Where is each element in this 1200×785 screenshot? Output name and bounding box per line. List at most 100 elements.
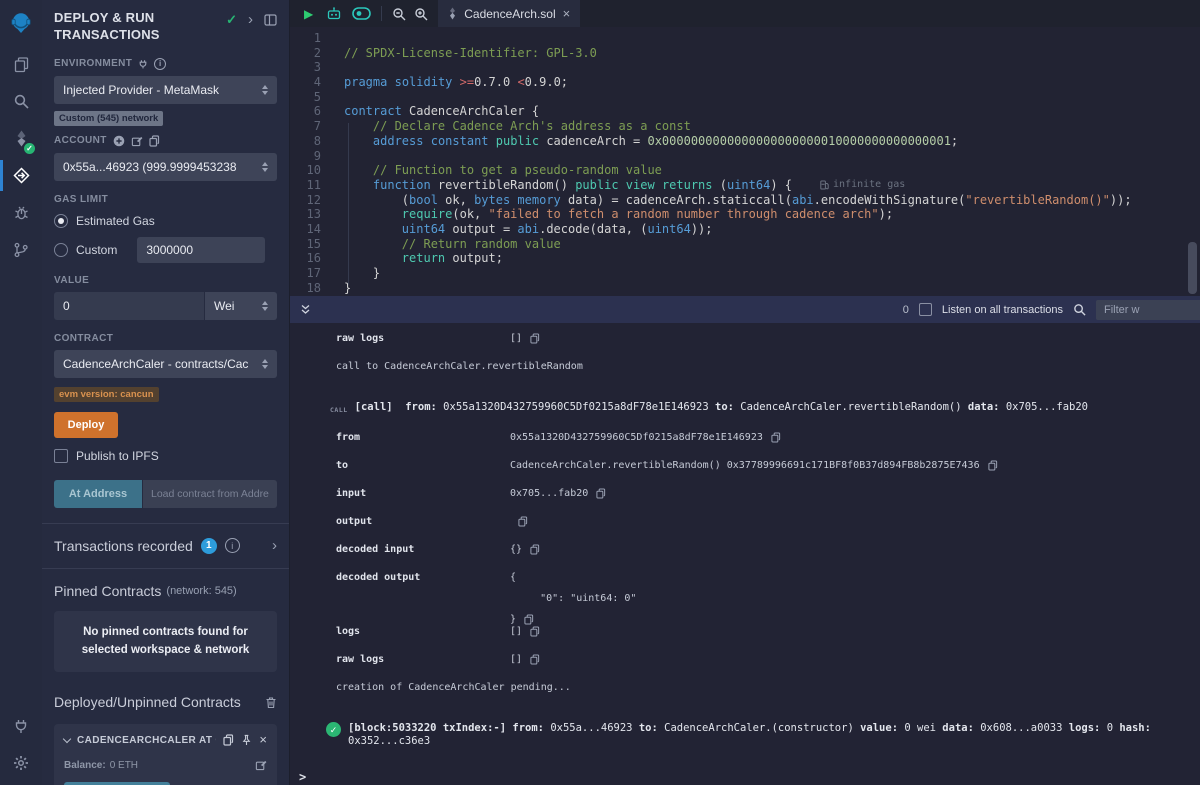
line-number[interactable]: 11: [290, 178, 321, 193]
editor-gutter[interactable]: 123456789101112131415161718: [290, 31, 334, 296]
line-number[interactable]: 15: [290, 237, 321, 252]
remix-app: ✓: [0, 0, 1200, 785]
editor-scrollbar[interactable]: [1188, 242, 1197, 294]
copy-icon[interactable]: [530, 544, 540, 555]
collapse-chevron-icon[interactable]: [63, 735, 71, 743]
solidity-compiler-icon[interactable]: ✓: [0, 120, 42, 157]
copy-icon[interactable]: [524, 614, 534, 626]
terminal-key: from: [336, 432, 510, 444]
line-number[interactable]: 6: [290, 104, 321, 119]
add-account-icon[interactable]: [113, 135, 125, 147]
line-number[interactable]: 16: [290, 251, 321, 266]
zoom-in-icon[interactable]: [414, 7, 428, 21]
custom-gas-input[interactable]: [137, 237, 265, 263]
close-tab-icon[interactable]: ×: [563, 9, 571, 19]
debugger-icon[interactable]: [0, 194, 42, 231]
pin-contract-icon[interactable]: [241, 734, 252, 746]
file-explorer-icon[interactable]: [0, 46, 42, 83]
balance-value: 0 ETH: [110, 760, 138, 771]
edit-account-icon[interactable]: [131, 135, 143, 147]
line-number[interactable]: 3: [290, 60, 321, 75]
terminal-success-row[interactable]: ✓[block:5033220 txIndex:-] from: 0x55a..…: [290, 722, 1200, 748]
copy-icon[interactable]: [530, 333, 540, 344]
zoom-out-icon[interactable]: [392, 7, 406, 21]
plug-icon[interactable]: [138, 59, 148, 69]
account-select[interactable]: 0x55a...46923 (999.9999453238: [54, 153, 277, 181]
terminal-body[interactable]: raw logs[]call to CadenceArchCaler.rever…: [290, 323, 1200, 785]
code-line: // Function to get a pseudo-random value: [344, 163, 1200, 178]
line-number[interactable]: 5: [290, 90, 321, 105]
contract-selected-value: CadenceArchCaler - contracts/Cac: [63, 357, 248, 371]
line-number[interactable]: 2: [290, 46, 321, 61]
code-editor[interactable]: 123456789101112131415161718 // SPDX-Lice…: [290, 27, 1200, 296]
terminal-search-icon[interactable]: [1073, 303, 1086, 316]
chevron-right-icon[interactable]: ›: [248, 15, 253, 25]
line-number[interactable]: 7: [290, 119, 321, 134]
environment-info-icon[interactable]: i: [154, 58, 166, 70]
edit-balance-icon[interactable]: [255, 759, 267, 771]
line-number[interactable]: 14: [290, 222, 321, 237]
environment-select[interactable]: Injected Provider - MetaMask: [54, 76, 277, 104]
pinned-contracts-header: Pinned Contracts (network: 545): [42, 569, 289, 609]
settings-gear-icon[interactable]: [0, 744, 42, 781]
publish-ipfs-label: Publish to IPFS: [76, 449, 159, 463]
terminal-call-row[interactable]: CALL[call] from: 0x55a1320D432759960C5Df…: [290, 401, 1200, 416]
pin-panel-layout-icon[interactable]: [264, 14, 277, 26]
estimated-gas-label: Estimated Gas: [76, 214, 155, 228]
value-label: VALUE: [54, 275, 277, 286]
copy-icon[interactable]: [988, 460, 998, 471]
copy-icon[interactable]: [530, 654, 540, 665]
line-number[interactable]: 18: [290, 281, 321, 296]
custom-gas-radio[interactable]: [54, 243, 68, 257]
listen-all-checkbox[interactable]: [919, 303, 932, 316]
copy-account-icon[interactable]: [149, 135, 160, 147]
tab-cadencearch-sol[interactable]: CadenceArch.sol ×: [438, 0, 580, 27]
activity-bar-bottom: [0, 707, 42, 781]
code-line: return output;: [344, 251, 1200, 266]
transactions-recorded-row[interactable]: Transactions recorded 1 i ›: [42, 524, 289, 568]
ai-copilot-robot-icon[interactable]: [326, 6, 342, 21]
publish-ipfs-checkbox[interactable]: [54, 449, 68, 463]
deploy-button[interactable]: Deploy: [54, 412, 118, 438]
plugin-manager-icon[interactable]: [0, 707, 42, 744]
terminal-filter-input[interactable]: [1096, 300, 1200, 320]
git-icon[interactable]: [0, 231, 42, 268]
copy-address-icon[interactable]: [223, 734, 234, 746]
code-line: [344, 31, 1200, 46]
deploy-run-icon[interactable]: [0, 157, 42, 194]
gas-custom-row: Custom: [54, 237, 277, 263]
line-number[interactable]: 13: [290, 207, 321, 222]
line-number[interactable]: 17: [290, 266, 321, 281]
copy-icon[interactable]: [771, 432, 781, 443]
at-address-input[interactable]: [143, 480, 277, 508]
code-area[interactable]: // SPDX-License-Identifier: GPL-3.0pragm…: [334, 31, 1200, 296]
copy-icon[interactable]: [518, 516, 528, 527]
environment-label-row: ENVIRONMENT i: [54, 58, 277, 70]
clear-deployed-trash-icon[interactable]: [265, 696, 277, 709]
value-input[interactable]: [54, 292, 204, 320]
line-number[interactable]: 8: [290, 134, 321, 149]
terminal-collapse-icon[interactable]: [300, 304, 311, 315]
at-address-button[interactable]: At Address: [54, 480, 142, 508]
remix-logo-icon[interactable]: [0, 0, 42, 46]
line-number[interactable]: 9: [290, 149, 321, 164]
transactions-info-icon[interactable]: i: [225, 538, 240, 553]
line-number[interactable]: 4: [290, 75, 321, 90]
remove-contract-icon[interactable]: ×: [259, 735, 267, 745]
run-script-play-icon[interactable]: ▶: [304, 7, 313, 21]
value-row: Wei: [54, 292, 277, 320]
contract-select[interactable]: CadenceArchCaler - contracts/Cac: [54, 350, 277, 378]
copy-icon[interactable]: [596, 488, 606, 499]
copilot-toggle-icon[interactable]: [352, 7, 371, 20]
line-number[interactable]: 1: [290, 31, 321, 46]
line-number[interactable]: 10: [290, 163, 321, 178]
value-unit-select[interactable]: Wei: [205, 292, 277, 320]
code-line: require(ok, "failed to fetch a random nu…: [344, 207, 1200, 222]
line-number[interactable]: 12: [290, 193, 321, 208]
terminal-prompt[interactable]: >: [299, 770, 1200, 784]
estimated-gas-radio[interactable]: [54, 214, 68, 228]
balance-row: Balance: 0 ETH: [64, 759, 267, 771]
transactions-expand-chevron[interactable]: ›: [272, 541, 277, 551]
search-icon[interactable]: [0, 83, 42, 120]
copy-icon[interactable]: [530, 626, 540, 637]
